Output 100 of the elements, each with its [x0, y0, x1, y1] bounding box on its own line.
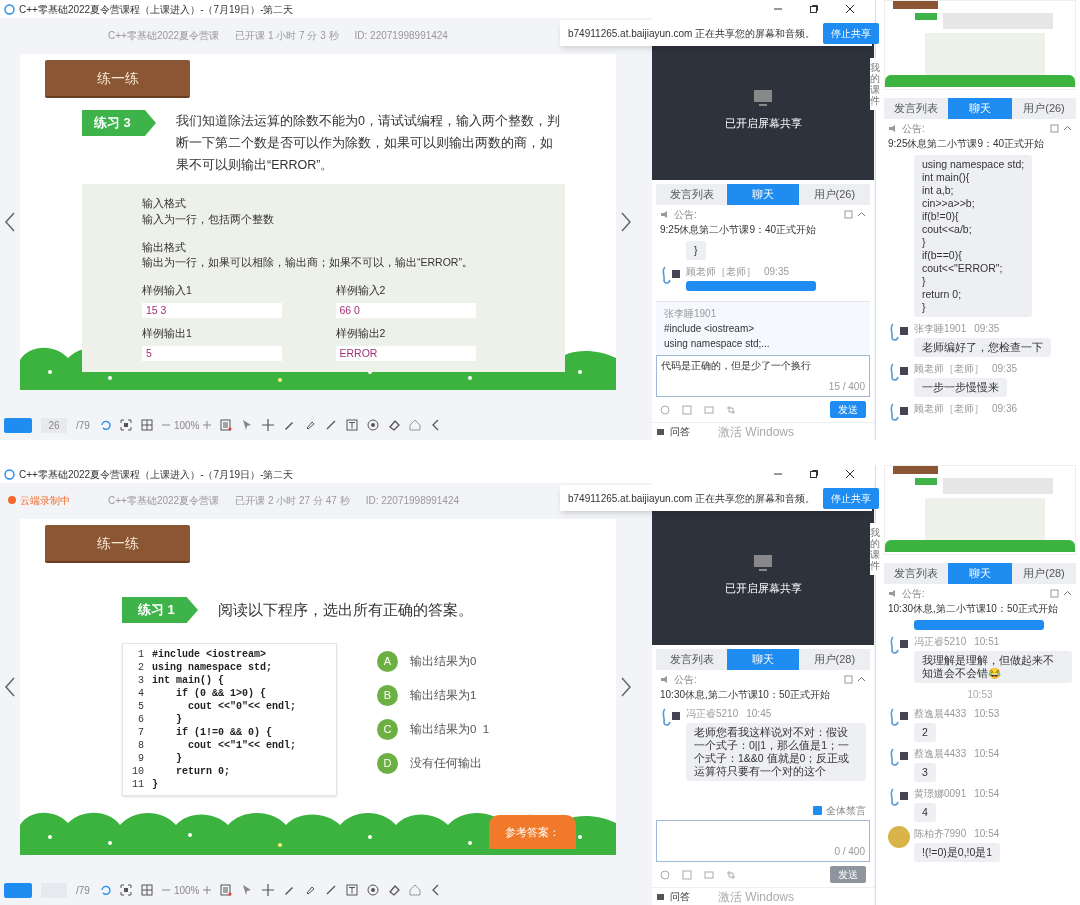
- window-title: C++零基础2022夏令营课程（上课进入）-（7月19日）-第二天: [19, 467, 294, 482]
- fit-screen-icon[interactable]: [119, 419, 132, 431]
- quote-text: #include <iostream> using namespace std;...: [664, 322, 771, 351]
- home-icon[interactable]: [409, 884, 422, 896]
- option-letter[interactable]: A: [377, 651, 398, 672]
- chat-tab[interactable]: 用户(28): [1012, 563, 1076, 584]
- edit-icon[interactable]: [844, 209, 853, 219]
- toolbar-button[interactable]: [4, 417, 32, 433]
- emoji-icon[interactable]: [660, 869, 670, 880]
- chat-tab[interactable]: 聊天: [727, 184, 799, 205]
- line-icon[interactable]: [325, 884, 338, 896]
- option-letter[interactable]: B: [377, 685, 398, 706]
- notice-text: 9:25休息第二小节课9：40正式开始: [888, 136, 1046, 151]
- chat-tab[interactable]: 聊天: [727, 649, 799, 670]
- class-info: ID: 22071998991424: [354, 28, 448, 43]
- option-letter[interactable]: D: [377, 753, 398, 774]
- chat-tab[interactable]: 用户(26): [798, 184, 870, 205]
- collapse-icon[interactable]: [1063, 123, 1072, 133]
- line-icon[interactable]: [325, 419, 338, 431]
- qa-tab[interactable]: 问答: [670, 889, 690, 904]
- class-info: 已开课 2 小时 27 分 47 秒: [235, 493, 350, 508]
- rotate-icon[interactable]: [98, 884, 111, 896]
- stop-sharing-button[interactable]: 停止共享: [823, 487, 880, 509]
- chat-tab[interactable]: 发言列表: [884, 98, 948, 119]
- close-icon[interactable]: [845, 4, 855, 14]
- eraser-icon[interactable]: [388, 419, 401, 431]
- text-tool-icon[interactable]: [346, 419, 359, 431]
- next-slide-icon[interactable]: [620, 212, 632, 232]
- notice-label: 公告:: [902, 121, 925, 136]
- qa-icon[interactable]: [656, 891, 666, 902]
- list-icon[interactable]: [220, 884, 233, 896]
- move-icon[interactable]: [262, 419, 275, 431]
- sender-name: 顾老师［老师］: [686, 264, 756, 279]
- edit-icon[interactable]: [844, 674, 853, 684]
- side-tab[interactable]: 我的课件: [870, 523, 880, 575]
- zoom-in-icon[interactable]: [203, 421, 212, 429]
- chat-tab[interactable]: 发言列表: [884, 563, 948, 584]
- message-input[interactable]: 0 / 400: [656, 820, 870, 862]
- sender-name: 黄璟娜0091: [914, 786, 967, 801]
- format-text: 输入为一行，包括两个整数: [142, 211, 275, 227]
- page-field[interactable]: 26: [41, 417, 67, 433]
- line-number: 7: [137, 726, 144, 740]
- input-text: 代码是正确的，但是少了一个换行: [661, 359, 812, 373]
- collapse-icon[interactable]: [1063, 588, 1072, 598]
- restore-icon[interactable]: [809, 469, 819, 479]
- option-letter[interactable]: C: [377, 719, 398, 740]
- pen-icon[interactable]: [283, 419, 296, 431]
- qa-tab[interactable]: 问答: [670, 424, 690, 439]
- line-number: 10: [131, 765, 144, 779]
- mute-all-checkbox[interactable]: [813, 806, 822, 815]
- emoji-icon[interactable]: [660, 404, 670, 415]
- eraser-icon[interactable]: [388, 884, 401, 896]
- recording-label: 云端录制中: [20, 493, 70, 508]
- pen-icon[interactable]: [283, 884, 296, 896]
- target-icon[interactable]: [367, 419, 380, 431]
- message-bubble: 4: [914, 802, 936, 822]
- previous-slide-icon[interactable]: [4, 677, 16, 697]
- line-number: 11: [131, 778, 144, 792]
- message-bubble: !(!=0)是0,!0是1: [914, 842, 1001, 862]
- answer-button[interactable]: 参考答案：: [489, 814, 576, 849]
- move-icon[interactable]: [262, 884, 275, 896]
- close-icon[interactable]: [845, 469, 855, 479]
- grid-icon[interactable]: [140, 884, 153, 896]
- message-bubble: 一步一步慢慢来: [914, 377, 1007, 397]
- toolbar-button[interactable]: [4, 882, 32, 898]
- collapse-icon[interactable]: [857, 209, 866, 219]
- edit-icon[interactable]: [1050, 123, 1059, 133]
- send-button[interactable]: 发送: [830, 401, 866, 418]
- chat-tab[interactable]: 聊天: [948, 98, 1012, 119]
- list-icon[interactable]: [220, 419, 233, 431]
- collapse-icon[interactable]: [857, 674, 866, 684]
- mute-all-label: 全体禁言: [826, 804, 866, 818]
- stop-sharing-button[interactable]: 停止共享: [823, 22, 880, 44]
- chat-tab[interactable]: 用户(26): [1012, 98, 1076, 119]
- grid-icon[interactable]: [140, 419, 153, 431]
- message-input[interactable]: 代码是正确的，但是少了一个换行 15 / 400: [656, 355, 870, 397]
- restore-icon[interactable]: [809, 4, 819, 14]
- window-title: C++零基础2022夏令营课程（上课进入）-（7月19日）-第二天: [19, 2, 294, 17]
- home-icon[interactable]: [409, 419, 422, 431]
- marker-icon[interactable]: [304, 419, 317, 431]
- zoom-in-icon[interactable]: [203, 886, 212, 894]
- code-line: int main() {: [152, 674, 224, 688]
- marker-icon[interactable]: [304, 884, 317, 896]
- edit-icon[interactable]: [1050, 588, 1059, 598]
- previous-slide-icon[interactable]: [4, 212, 16, 232]
- question-text: 阅读以下程序，选出所有正确的答案。: [218, 599, 473, 620]
- chat-tab[interactable]: 聊天: [948, 563, 1012, 584]
- avatar-icon: [888, 633, 910, 656]
- fit-screen-icon[interactable]: [119, 884, 132, 896]
- code-line: }: [152, 778, 158, 792]
- chat-tab[interactable]: 发言列表: [656, 184, 728, 205]
- side-tab[interactable]: 我的课件: [870, 58, 880, 110]
- text-tool-icon[interactable]: [346, 884, 359, 896]
- chat-tab[interactable]: 用户(28): [798, 649, 870, 670]
- rotate-icon[interactable]: [98, 419, 111, 431]
- chat-tab[interactable]: 发言列表: [656, 649, 728, 670]
- next-slide-icon[interactable]: [620, 677, 632, 697]
- target-icon[interactable]: [367, 884, 380, 896]
- qa-icon[interactable]: [656, 426, 666, 437]
- notice-text: 9:25休息第二小节课9：40正式开始: [660, 222, 818, 237]
